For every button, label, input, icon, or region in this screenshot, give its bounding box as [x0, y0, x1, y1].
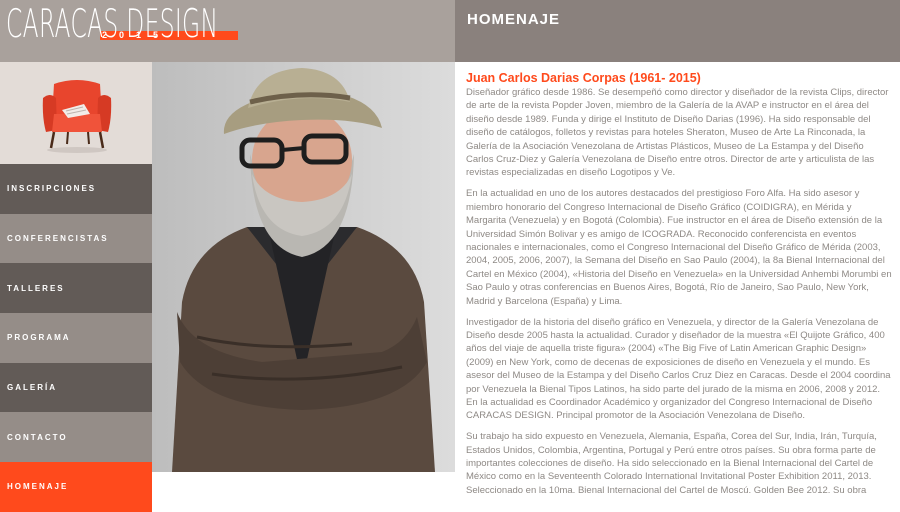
header-right — [455, 0, 900, 62]
sidebar-item-homenaje[interactable]: HOMENAJE — [0, 462, 152, 512]
armchair-icon — [42, 80, 112, 153]
sidebar-item-label: INSCRIPCIONES — [7, 184, 97, 194]
page-title: HOMENAJE — [467, 11, 561, 28]
sidebar-item-label: HOMENAJE — [7, 482, 69, 492]
logo-text: CARACAS DESIGN — [6, 2, 219, 47]
sidebar-item-contacto[interactable]: CONTACTO — [0, 412, 152, 463]
sidebar-item-label: TALLERES — [7, 283, 65, 293]
sidebar-item-label: PROGRAMA — [7, 333, 71, 343]
sidebar-item-label: CONFERENCISTAS — [7, 234, 109, 244]
portrait-illustration — [152, 62, 455, 472]
logo-year: 2015 — [102, 30, 171, 40]
honoree-name: Juan Carlos Darias Corpas (1961- 2015) — [466, 71, 701, 85]
sidebar-item-galeria[interactable]: GALERÍA — [0, 362, 152, 413]
header-left: CARACAS DESIGN 2015 — [0, 0, 455, 62]
sidebar-nav: INSCRIPCIONES CONFERENCISTAS TALLERES PR… — [0, 164, 152, 512]
bio-paragraph: Investigador de la historia del diseño g… — [466, 316, 891, 422]
sidebar-item-inscripciones[interactable]: INSCRIPCIONES — [0, 164, 152, 214]
sidebar-item-label: CONTACTO — [7, 432, 68, 442]
homenaje-content: Juan Carlos Darias Corpas (1961- 2015) D… — [466, 71, 892, 505]
sidebar-item-talleres[interactable]: TALLERES — [0, 263, 152, 314]
portrait-photo — [152, 62, 455, 472]
bio-paragraph: Diseñador gráfico desde 1986. Se desempe… — [466, 87, 889, 179]
bio-paragraph: En la actualidad en uno de los autores d… — [466, 188, 892, 307]
chair-image-box — [0, 62, 152, 164]
sidebar-item-label: GALERÍA — [7, 383, 57, 393]
sidebar-item-programa[interactable]: PROGRAMA — [0, 313, 152, 363]
bio-paragraph: Su trabajo ha sido expuesto en Venezuela… — [466, 431, 877, 496]
sidebar-item-conferencistas[interactable]: CONFERENCISTAS — [0, 213, 152, 264]
site-logo[interactable]: CARACAS DESIGN 2015 — [6, 2, 238, 52]
